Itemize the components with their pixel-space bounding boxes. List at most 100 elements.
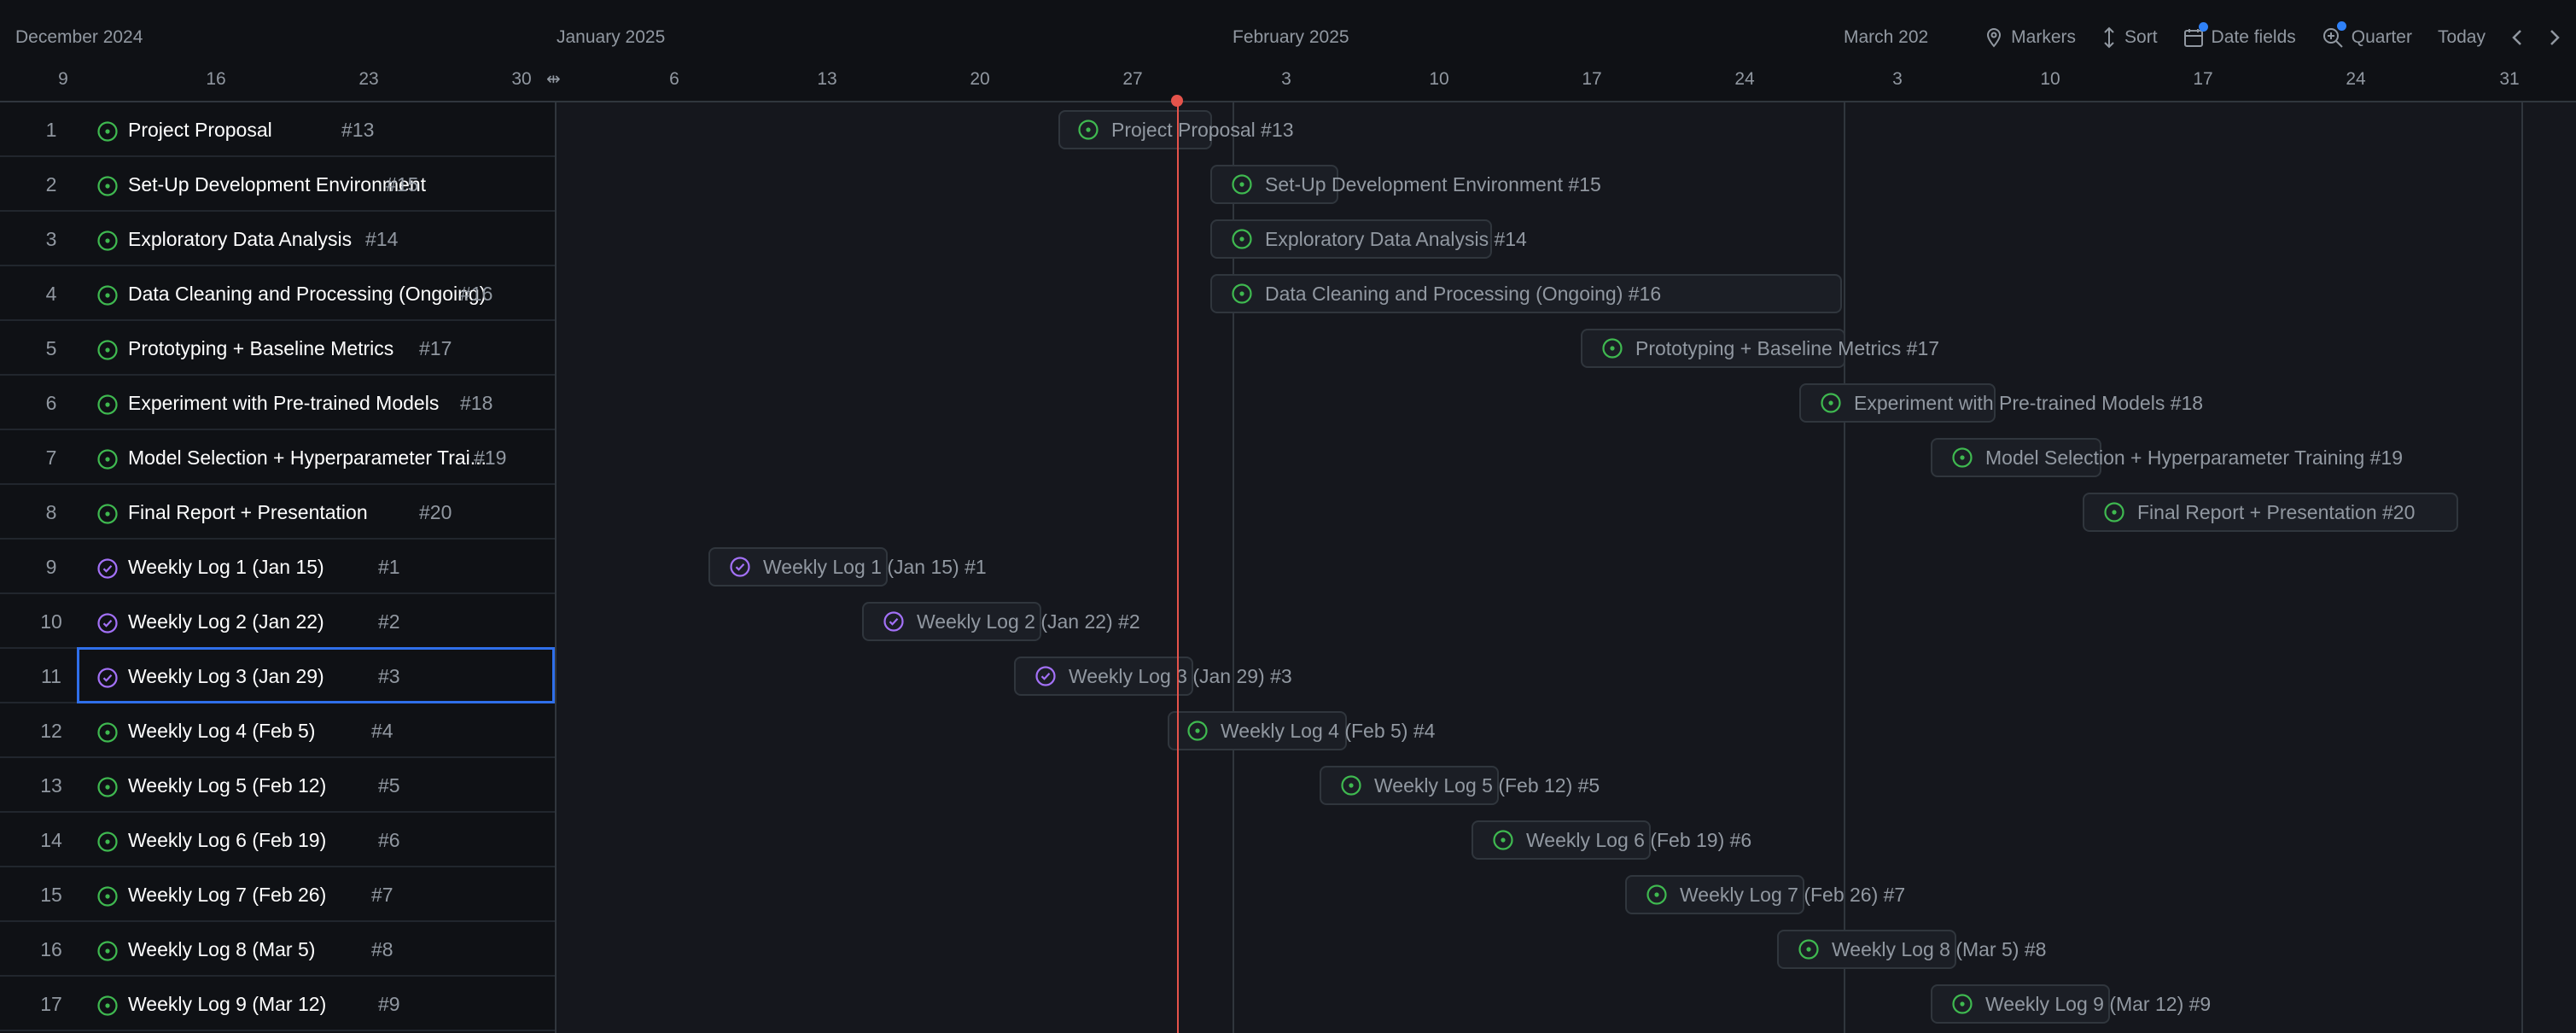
row-title-cell[interactable]: Final Report + Presentation #20 [77, 483, 555, 540]
issue-title[interactable]: Weekly Log 2 (Jan 22) [128, 595, 324, 648]
issue-title[interactable]: Weekly Log 1 (Jan 15) [128, 540, 324, 593]
markers-label: Markers [2011, 27, 2077, 47]
table-row[interactable]: 1 Project Proposal #13 [0, 102, 555, 157]
issue-title[interactable]: Weekly Log 7 (Feb 26) [128, 868, 326, 921]
gantt-bar-label[interactable]: Experiment with Pre-trained Models #18 [1820, 376, 2203, 430]
issue-title[interactable]: Weekly Log 4 (Feb 5) [128, 704, 315, 757]
closed-issue-icon [97, 558, 118, 579]
table-row[interactable]: 15 Weekly Log 7 (Feb 26) #7 [0, 867, 555, 922]
bar-title: Weekly Log 7 (Feb 26) #7 [1680, 884, 1906, 906]
table-row[interactable]: 14 Weekly Log 6 (Feb 19) #6 [0, 813, 555, 867]
gantt-bar-label[interactable]: Data Cleaning and Processing (Ongoing) #… [1231, 266, 1661, 321]
table-row[interactable]: 10 Weekly Log 2 (Jan 22) #2 [0, 594, 555, 649]
date-fields-button[interactable]: Date fields [2183, 22, 2296, 48]
issue-title[interactable]: Weekly Log 6 (Feb 19) [128, 814, 326, 867]
zoom-level-button[interactable]: Quarter [2322, 21, 2412, 49]
gantt-bar-label[interactable]: Weekly Log 3 (Jan 29) #3 [1034, 649, 1292, 703]
issue-number: #9 [378, 993, 400, 1015]
day-tick: 31 [2499, 69, 2520, 89]
table-row[interactable]: 12 Weekly Log 4 (Feb 5) #4 [0, 703, 555, 758]
gantt-bar-label[interactable]: Weekly Log 8 (Mar 5) #8 [1798, 922, 2046, 977]
markers-button[interactable]: Markers [1984, 27, 2076, 48]
table-row[interactable]: 6 Experiment with Pre-trained Models #18 [0, 376, 555, 430]
row-title-cell[interactable]: Weekly Log 8 (Mar 5) #8 [77, 920, 555, 977]
table-row[interactable]: 16 Weekly Log 8 (Mar 5) #8 [0, 922, 555, 977]
table-row[interactable]: 17 Weekly Log 9 (Mar 12) #9 [0, 977, 555, 1031]
row-title-cell[interactable]: Weekly Log 7 (Feb 26) #7 [77, 866, 555, 922]
row-title-cell[interactable]: Weekly Log 1 (Jan 15) #1 [77, 538, 555, 594]
row-title-cell[interactable]: Weekly Log 4 (Feb 5) #4 [77, 702, 555, 758]
open-issue-icon [1232, 229, 1252, 249]
row-title-cell[interactable]: Experiment with Pre-trained Models #18 [77, 374, 555, 430]
table-row[interactable]: 11 Weekly Log 3 (Jan 29) #3 [0, 647, 555, 703]
issue-number: #17 [419, 337, 452, 359]
issue-title[interactable]: Final Report + Presentation [128, 486, 368, 539]
row-title-cell[interactable]: Weekly Log 5 (Feb 12) #5 [77, 756, 555, 813]
today-button[interactable]: Today [2438, 27, 2486, 48]
open-issue-icon [1232, 283, 1252, 304]
bar-title: Weekly Log 3 (Jan 29) #3 [1069, 665, 1292, 687]
row-title-cell[interactable]: Project Proposal #13 [77, 101, 555, 157]
bar-title: Weekly Log 5 (Feb 12) #5 [1374, 774, 1600, 797]
table-row[interactable]: 8 Final Report + Presentation #20 [0, 485, 555, 540]
sort-button[interactable]: Sort [2101, 26, 2158, 49]
row-title-cell[interactable]: Weekly Log 6 (Feb 19) #6 [77, 811, 555, 867]
next-button[interactable] [2549, 28, 2561, 47]
issue-title[interactable]: Prototyping + Baseline Metrics [128, 322, 393, 375]
gantt-bar-label[interactable]: Weekly Log 6 (Feb 19) #6 [1492, 813, 1751, 867]
gantt-bar-label[interactable]: Project Proposal #13 [1077, 102, 1294, 157]
row-title-cell[interactable]: Prototyping + Baseline Metrics #17 [77, 319, 555, 376]
issue-title[interactable]: Model Selection + Hyperparameter Trai... [128, 431, 487, 484]
day-tick: 3 [1892, 69, 1903, 89]
today-line [1177, 97, 1179, 1033]
table-row[interactable]: 4 Data Cleaning and Processing (Ongoing) #… [0, 266, 555, 321]
issue-title[interactable]: Project Proposal [128, 103, 272, 156]
gantt-bar-label[interactable]: Exploratory Data Analysis #14 [1231, 212, 1527, 266]
issue-number: #18 [460, 392, 493, 414]
gantt-bar-label[interactable]: Weekly Log 5 (Feb 12) #5 [1340, 758, 1600, 813]
bar-title: Weekly Log 2 (Jan 22) #2 [917, 610, 1140, 633]
open-issue-icon [97, 176, 118, 196]
issue-number: #16 [460, 283, 493, 305]
table-row[interactable]: 3 Exploratory Data Analysis #14 [0, 212, 555, 266]
gantt-bar-label[interactable]: Weekly Log 7 (Feb 26) #7 [1646, 867, 1905, 922]
gantt-bar-label[interactable]: Weekly Log 2 (Jan 22) #2 [883, 594, 1140, 649]
issue-title[interactable]: Data Cleaning and Processing (Ongoing) [128, 267, 486, 320]
issue-title[interactable]: Set-Up Development Environment [128, 158, 426, 211]
row-title-cell[interactable]: Data Cleaning and Processing (Ongoing) #1… [77, 265, 555, 321]
gantt-bar-label[interactable]: Weekly Log 4 (Feb 5) #4 [1186, 703, 1435, 758]
issue-title[interactable]: Weekly Log 8 (Mar 5) [128, 923, 315, 976]
row-title-cell[interactable]: Weekly Log 2 (Jan 22) #2 [77, 592, 555, 649]
table-row[interactable]: 5 Prototyping + Baseline Metrics #17 [0, 321, 555, 376]
row-title-cell[interactable]: Weekly Log 9 (Mar 12) #9 [77, 975, 555, 1031]
gantt-bar-label[interactable]: Model Selection + Hyperparameter Trainin… [1951, 430, 2403, 485]
day-tick: 30 [511, 69, 532, 89]
row-title-cell[interactable]: Set-Up Development Environment #15 [77, 155, 555, 212]
gantt-bar-label[interactable]: Final Report + Presentation #20 [2103, 485, 2415, 540]
issue-title[interactable]: Weekly Log 9 (Mar 12) [128, 978, 326, 1030]
bar-title: Data Cleaning and Processing (Ongoing) #… [1265, 283, 1662, 305]
bar-title: Weekly Log 4 (Feb 5) #4 [1221, 720, 1436, 742]
location-pin-icon [1987, 27, 2002, 48]
table-row[interactable]: 7 Model Selection + Hyperparameter Trai..… [0, 430, 555, 485]
row-title-cell[interactable]: Weekly Log 3 (Jan 29) #3 [77, 647, 555, 703]
issue-title[interactable]: Weekly Log 3 (Jan 29) [128, 650, 324, 703]
gantt-bar-label[interactable]: Prototyping + Baseline Metrics #17 [1601, 321, 1939, 376]
row-title-cell[interactable]: Model Selection + Hyperparameter Trai...… [77, 429, 555, 485]
gantt-bar-label[interactable]: Weekly Log 9 (Mar 12) #9 [1951, 977, 2211, 1031]
table-row[interactable]: 2 Set-Up Development Environment #15 [0, 157, 555, 212]
row-title-cell[interactable]: Exploratory Data Analysis #14 [77, 210, 555, 266]
day-tick: 17 [1582, 69, 1602, 89]
table-row[interactable]: 13 Weekly Log 5 (Feb 12) #5 [0, 758, 555, 813]
gantt-bar-label[interactable]: Weekly Log 1 (Jan 15) #1 [729, 540, 987, 594]
issue-number: #6 [378, 829, 400, 851]
closed-issue-icon [730, 557, 750, 577]
issue-title[interactable]: Exploratory Data Analysis [128, 213, 352, 266]
column-resize-handle-icon[interactable]: ⇹ [546, 68, 561, 90]
issue-title[interactable]: Weekly Log 5 (Feb 12) [128, 759, 326, 812]
issue-title[interactable]: Experiment with Pre-trained Models [128, 376, 439, 429]
table-row[interactable]: 9 Weekly Log 1 (Jan 15) #1 [0, 540, 555, 594]
gantt-bar-label[interactable]: Set-Up Development Environment #15 [1231, 157, 1601, 212]
previous-button[interactable] [2511, 28, 2523, 47]
day-tick: 13 [817, 69, 837, 89]
